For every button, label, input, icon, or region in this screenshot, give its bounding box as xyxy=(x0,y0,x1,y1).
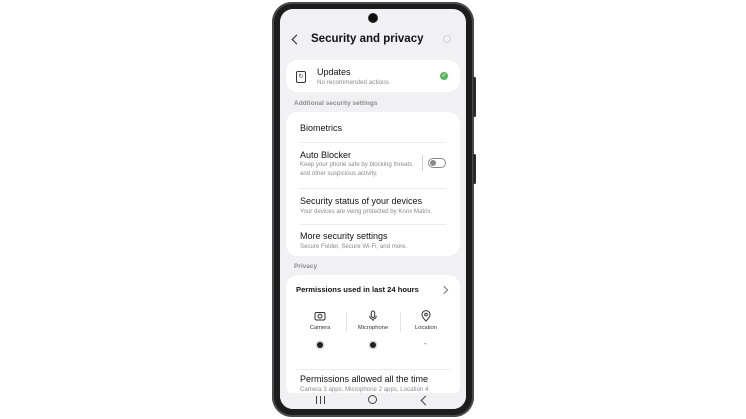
security-status-description: Your devices are veing protected by Knox… xyxy=(300,208,433,215)
camera-used-indicator xyxy=(317,342,323,348)
chevron-right-icon[interactable] xyxy=(439,285,449,295)
check-icon: ✓ xyxy=(440,72,448,80)
security-settings-card: Biometrics Auto Blocker Keep your phone … xyxy=(286,112,460,256)
permissions-allowed-subtitle: Camera 3 apps, Microphone 2 apps, Locati… xyxy=(300,386,429,393)
chevron-left-icon[interactable] xyxy=(291,34,302,45)
updates-title: Updates xyxy=(317,67,351,77)
more-security-label: More security settings xyxy=(300,231,388,241)
permission-location[interactable]: Location xyxy=(400,310,452,331)
navigation-bar xyxy=(280,393,466,409)
microphone-used-indicator xyxy=(370,342,376,348)
home-icon[interactable] xyxy=(368,395,377,404)
permission-microphone[interactable]: Microphone xyxy=(347,310,399,331)
permissions-allowed-title[interactable]: Permissions allowed all the time xyxy=(300,374,428,384)
updates-subtitle: No recommended actions xyxy=(317,79,389,86)
list-item-security-status[interactable]: Security status of your devices Your dev… xyxy=(294,189,452,224)
toggle-separator xyxy=(422,155,423,171)
permissions-24h-title[interactable]: Permissions used in last 24 hours xyxy=(296,285,419,294)
auto-blocker-label: Auto Blocker xyxy=(300,150,352,160)
auto-blocker-toggle[interactable] xyxy=(428,158,446,168)
permission-camera[interactable]: Camera xyxy=(294,310,346,331)
microphone-icon xyxy=(369,310,377,321)
divider xyxy=(296,369,450,370)
more-security-description: Secure Folder, Secure Wi-Fi, and more. xyxy=(300,243,408,250)
search-icon[interactable] xyxy=(443,35,451,43)
updates-card[interactable]: ↻ Updates No recommended actions ✓ xyxy=(286,60,460,92)
section-label-additional: Addtional security settings xyxy=(294,100,378,107)
location-unused-indicator: - xyxy=(424,339,427,348)
list-item-more-security[interactable]: More security settings Secure Folder, Se… xyxy=(294,225,452,256)
privacy-card: Permissions used in last 24 hours Camera… xyxy=(286,275,460,397)
list-item-biometrics[interactable]: Biometrics xyxy=(294,112,452,142)
phone-frame: Security and privacy ↻ Updates No recomm… xyxy=(272,2,476,417)
security-status-label: Security status of your devices xyxy=(300,196,423,206)
power-button xyxy=(473,77,476,117)
location-icon xyxy=(421,310,431,322)
screen: Security and privacy ↻ Updates No recomm… xyxy=(280,9,466,409)
toggle-knob xyxy=(430,160,436,166)
recents-icon[interactable] xyxy=(316,396,325,404)
biometrics-label: Biometrics xyxy=(300,123,343,133)
section-label-privacy: Privacy xyxy=(294,263,318,270)
camera-icon xyxy=(314,312,326,321)
camera-label: Camera xyxy=(309,325,331,331)
front-camera xyxy=(369,14,377,22)
auto-blocker-description: Keep your phone safe by blocking threats… xyxy=(300,161,413,177)
microphone-label: Microphone xyxy=(357,325,389,331)
volume-button xyxy=(473,154,476,184)
header: Security and privacy xyxy=(280,27,466,55)
update-icon: ↻ xyxy=(296,71,306,83)
page-title: Security and privacy xyxy=(311,33,424,45)
location-label: Location xyxy=(415,325,437,331)
back-icon[interactable] xyxy=(420,395,431,406)
